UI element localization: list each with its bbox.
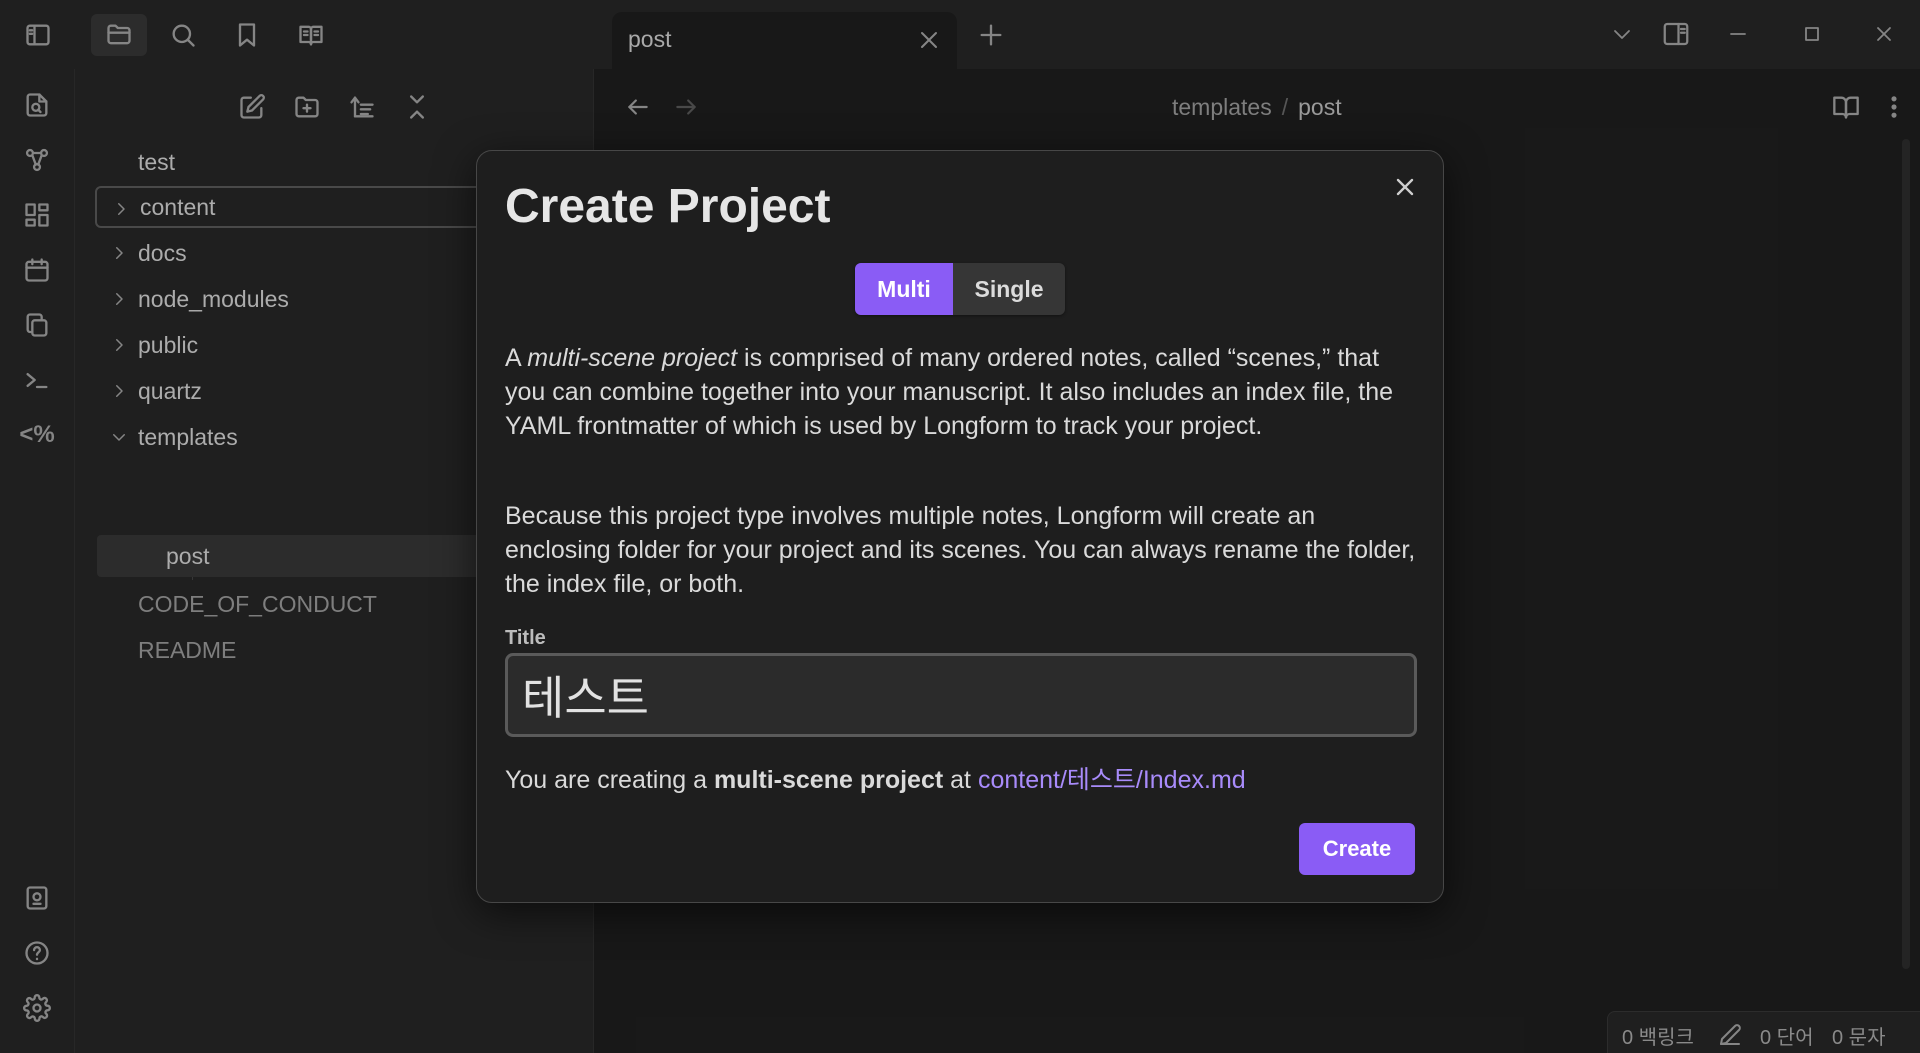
summary-text: at bbox=[943, 766, 978, 794]
title-input[interactable] bbox=[505, 653, 1417, 737]
creation-summary: You are creating a multi-scene project a… bbox=[505, 763, 1246, 797]
toggle-multi[interactable]: Multi bbox=[855, 263, 953, 315]
project-type-toggle: Multi Single bbox=[855, 263, 1065, 315]
create-button[interactable]: Create bbox=[1299, 823, 1415, 875]
description-emphasis: multi-scene project bbox=[527, 344, 738, 372]
folder-description: Because this project type involves multi… bbox=[505, 502, 1416, 598]
create-project-modal: Create Project Multi Single A multi-scen… bbox=[476, 150, 1444, 903]
toggle-single[interactable]: Single bbox=[953, 263, 1065, 315]
close-icon[interactable] bbox=[1385, 167, 1425, 207]
modal-title: Create Project bbox=[505, 180, 831, 233]
description-text: A bbox=[505, 344, 528, 372]
title-label: Title bbox=[505, 627, 546, 649]
summary-text: You are creating a bbox=[505, 766, 714, 794]
multi-scene-description: A multi-scene project is comprised of ma… bbox=[505, 341, 1423, 443]
summary-project-type: multi-scene project bbox=[713, 766, 944, 794]
index-file-path-link[interactable]: content/테스트/Index.md bbox=[978, 766, 1246, 794]
